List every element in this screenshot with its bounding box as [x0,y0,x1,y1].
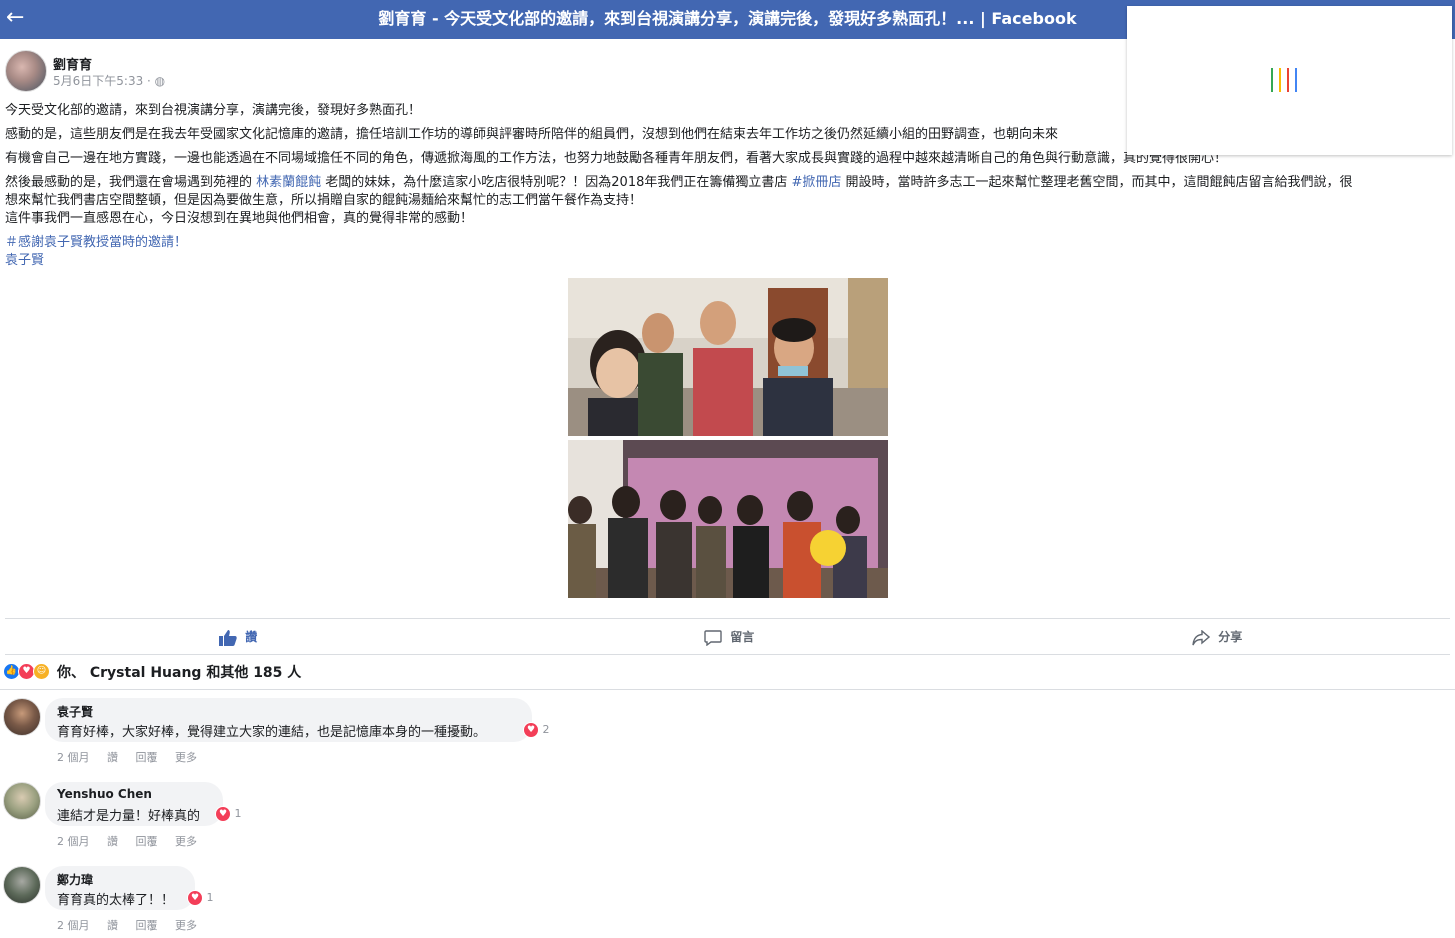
author-name[interactable]: 劉育育 [53,54,92,73]
hashtag-link[interactable]: ＃感謝袁子賢教授當時的邀請！ [5,234,1450,252]
comment-label: 留言 [730,630,755,644]
post-line: 想來幫忙我們書店空間整頓，但是因為要做生意，所以捐贈自家的餛飩湯麵給來幫忙的志工… [5,193,643,208]
comment-more-link[interactable]: 更多 [175,751,197,764]
like-label: 讚 [245,630,258,644]
comment-like-link[interactable]: 讚 [107,835,118,848]
commenter-name[interactable]: 鄭力瑋 [57,871,93,888]
heart-icon: ♥ [215,806,231,822]
comment-reaction-count: 1 [234,807,242,820]
thumbs-up-icon [219,629,237,646]
comment-reactions[interactable]: ♥ 1 [215,806,242,822]
comment-button[interactable]: 留言 [704,628,754,646]
post-line: 這件事我們一直感恩在心，今日沒想到在異地與他們相會，真的覺得非常的感動！ [5,211,474,226]
share-icon [1192,628,1211,646]
loading-spinner-icon [1271,68,1311,92]
loading-panel [1127,6,1452,155]
comment-reaction-count: 1 [206,891,214,904]
commenter-avatar[interactable] [3,866,41,904]
post-text: 然後最感動的是，我們還在會場遇到苑裡的 [5,175,257,190]
care-reaction-icon: ☺ [33,663,50,680]
share-label: 分享 [1218,630,1243,644]
heart-icon: ♥ [187,890,203,906]
divider [5,618,1450,619]
comment-bubble: 鄭力瑋 育育真的太棒了！！ [45,866,195,910]
commenter-avatar[interactable] [3,698,41,736]
comment-reply-link[interactable]: 回覆 [136,919,158,932]
comment-time[interactable]: 2 個月 [57,835,90,848]
comment-more-link[interactable]: 更多 [175,919,197,932]
reactions-text: 你、 Crystal Huang 和其他 185 人 [57,665,302,681]
loader-bar [1271,68,1273,92]
heart-icon: ♥ [523,722,539,738]
comment-icon [704,629,722,646]
commenter-avatar[interactable] [3,782,41,820]
commenter-name[interactable]: Yenshuo Chen [57,787,152,801]
comment-time[interactable]: 2 個月 [57,919,90,932]
comment-reactions[interactable]: ♥ 1 [187,890,214,906]
post-text: 老闆的妹妹，為什麼這家小吃店很特別呢？！因為2018年我們正在籌備獨立書店 [321,175,792,190]
comment-bubble: Yenshuo Chen 連結才是力量！好棒真的 [45,782,223,826]
comment-meta: 2 個月 讚 回覆 更多 [57,749,211,765]
post-timestamp[interactable]: 5月6日下午5:33 · ◍ [53,72,165,89]
author-avatar[interactable] [5,50,47,92]
share-button[interactable]: 分享 [1192,628,1242,646]
comment-reply-link[interactable]: 回覆 [136,835,158,848]
comment-meta: 2 個月 讚 回覆 更多 [57,917,211,933]
comment-like-link[interactable]: 讚 [107,919,118,932]
comment-bubble: 袁子賢 育育好棒，大家好棒，覺得建立大家的連結，也是記憶庫本身的一種擾動。 [45,698,532,742]
comment-like-link[interactable]: 讚 [107,751,118,764]
post-paragraph: 然後最感動的是，我們還在會場遇到苑裡的 林素蘭餛飩 老闆的妹妹，為什麼這家小吃店… [5,174,1450,192]
comment-text: 育育真的太棒了！！ [57,893,175,908]
hashtag-link[interactable]: #掀冊店 [792,175,842,190]
divider [0,689,1455,690]
comment-time[interactable]: 2 個月 [57,751,90,764]
comment-text: 連結才是力量！好棒真的 [57,809,201,824]
post-text: 開設時，當時許多志工一起來幫忙整理老舊空間，而其中，這間餛飩店留言給我們說，很 [841,175,1353,190]
post-photo[interactable] [568,440,888,598]
comment-reply-link[interactable]: 回覆 [136,751,158,764]
loader-bar [1287,68,1289,92]
page-link[interactable]: 林素蘭餛飩 [256,175,321,190]
post-photo[interactable] [568,278,888,436]
comment-reactions[interactable]: ♥ 2 [523,722,550,738]
loader-bar [1279,68,1281,92]
like-button[interactable]: 讚 [219,628,257,646]
commenter-name[interactable]: 袁子賢 [57,703,93,720]
comment-reaction-count: 2 [542,723,550,736]
divider [5,654,1450,655]
comment-text: 育育好棒，大家好棒，覺得建立大家的連結，也是記憶庫本身的一種擾動。 [57,725,487,740]
mention-link[interactable]: 袁子賢 [5,252,1450,270]
comment-more-link[interactable]: 更多 [175,835,197,848]
loader-bar [1295,68,1297,92]
comment-meta: 2 個月 讚 回覆 更多 [57,833,211,849]
